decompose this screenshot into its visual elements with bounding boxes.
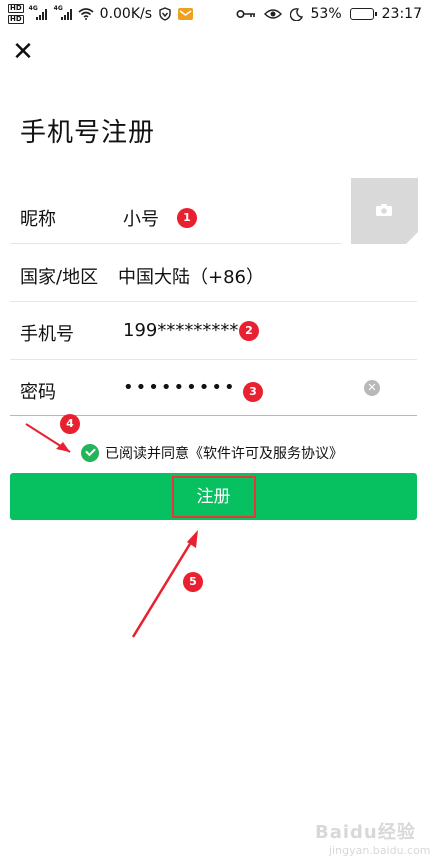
annotation-arrows [25,423,198,638]
watermark-subtext: jingyan.baidu.com [329,844,431,857]
watermark-logo: Baidu经验 jingyan.baidu.com [315,818,431,857]
annotation-arrow [25,423,71,453]
annotation-arrow [131,530,198,638]
watermark-text: Baidu经验 [315,822,416,843]
